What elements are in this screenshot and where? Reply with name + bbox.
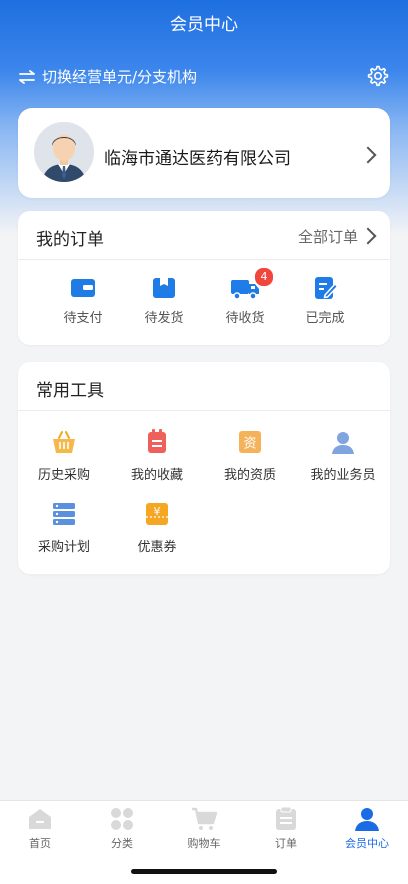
tools-card: 常用工具 历史采购 我的收藏 资 我的资质 我的业务员 采购计划 ¥ 优惠券 [18,362,390,574]
tab-orders[interactable]: 订单 [246,807,326,851]
tab-label: 首页 [29,837,51,850]
category-icon [111,808,133,830]
tool-coupons[interactable]: ¥ 优惠券 [114,500,200,555]
order-icon [276,807,296,830]
order-count-badge: 4 [254,267,274,287]
member-icon [355,808,379,831]
tool-label: 优惠券 [137,540,177,555]
chevron-right-icon[interactable] [359,227,377,245]
all-orders-link[interactable]: 全部订单 [298,226,358,247]
divider [18,410,390,411]
tools-title: 常用工具 [36,381,104,401]
qualification-icon-text: 资 [243,437,256,452]
tool-favorites[interactable]: 我的收藏 [114,428,200,483]
switch-arrows-icon [19,69,35,84]
salesperson-icon [332,432,354,454]
chevron-right-icon [359,146,377,164]
tool-purchase-plan[interactable]: 采购计划 [21,500,107,555]
tab-member-center[interactable]: 会员中心 [327,807,407,851]
basket-icon [53,431,75,453]
coupon-icon: ¥ [146,503,168,525]
tab-cart[interactable]: 购物车 [164,807,244,851]
company-name: 临海市通达医药有限公司 [104,149,291,169]
tool-label: 历史采购 [37,468,90,483]
tool-purchase-history[interactable]: 历史采购 [21,428,107,483]
order-status-pending-payment[interactable]: 待支付 [53,275,113,326]
switch-unit-label: 切换经营单元/分支机构 [42,68,198,86]
gear-icon[interactable] [365,64,389,88]
order-status-pending-shipment[interactable]: 待发货 [134,275,194,326]
order-status-label: 已完成 [305,311,345,326]
tool-salesperson[interactable]: 我的业务员 [300,428,386,483]
switch-unit-button[interactable]: 切换经营单元/分支机构 [18,66,197,87]
favorite-icon [148,429,166,453]
tool-qualifications[interactable]: 资 我的资质 [207,428,293,483]
box-icon [153,278,175,298]
home-icon [29,809,51,829]
plan-icon [53,503,75,525]
tab-label: 分类 [111,837,133,850]
order-status-label: 待支付 [63,311,103,326]
tool-label: 我的收藏 [130,468,183,483]
orders-title: 我的订单 [36,230,104,250]
order-status-completed[interactable]: 已完成 [295,275,355,326]
cart-icon [192,807,217,830]
avatar [34,122,94,182]
tab-home[interactable]: 首页 [0,807,80,851]
tab-label: 购物车 [187,837,221,850]
order-status-pending-receipt[interactable]: 4 待收货 [215,267,275,326]
orders-card: 我的订单 全部订单 待支付 待发货 4 待收货 已完成 [18,211,390,345]
qualification-icon: 资 [239,431,261,453]
tab-category[interactable]: 分类 [82,807,162,851]
tool-label: 我的业务员 [310,468,376,483]
coupon-icon-text: ¥ [154,505,161,518]
page-title: 会员中心 [170,15,238,35]
divider [18,259,390,260]
tab-label: 会员中心 [345,837,389,850]
home-indicator [131,869,277,874]
tab-label: 订单 [275,837,297,850]
order-status-label: 待收货 [225,311,265,326]
tool-label: 采购计划 [37,540,90,555]
profile-card[interactable]: 临海市通达医药有限公司 [18,108,390,198]
wallet-icon [71,279,95,297]
tool-label: 我的资质 [223,468,276,483]
edit-icon [315,277,339,299]
order-status-label: 待发货 [144,311,184,326]
